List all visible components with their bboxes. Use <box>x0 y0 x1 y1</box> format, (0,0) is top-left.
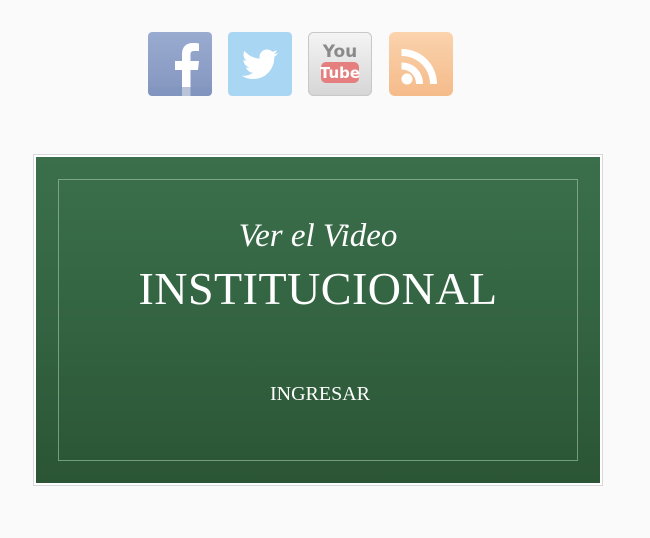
banner-title: INSTITUCIONAL <box>138 263 498 314</box>
youtube-icon: You Tube <box>308 32 372 96</box>
twitter-icon <box>228 32 292 96</box>
page: You Tube Ver el Video INSTITUCIONAL INGR… <box>0 0 650 538</box>
youtube-link[interactable]: You Tube <box>308 32 372 96</box>
facebook-icon <box>148 32 212 96</box>
youtube-icon-text-bottom: Tube <box>320 64 360 82</box>
banner-kicker: Ver el Video <box>238 218 398 254</box>
institutional-video-banner[interactable]: Ver el Video INSTITUCIONAL INGRESAR <box>33 154 603 486</box>
ingresar-button[interactable]: INGRESAR <box>250 377 390 411</box>
rss-icon <box>389 32 453 96</box>
twitter-link[interactable] <box>228 32 292 96</box>
facebook-link[interactable] <box>148 32 212 96</box>
youtube-icon-text-top: You <box>322 42 358 62</box>
rss-link[interactable] <box>389 32 453 96</box>
